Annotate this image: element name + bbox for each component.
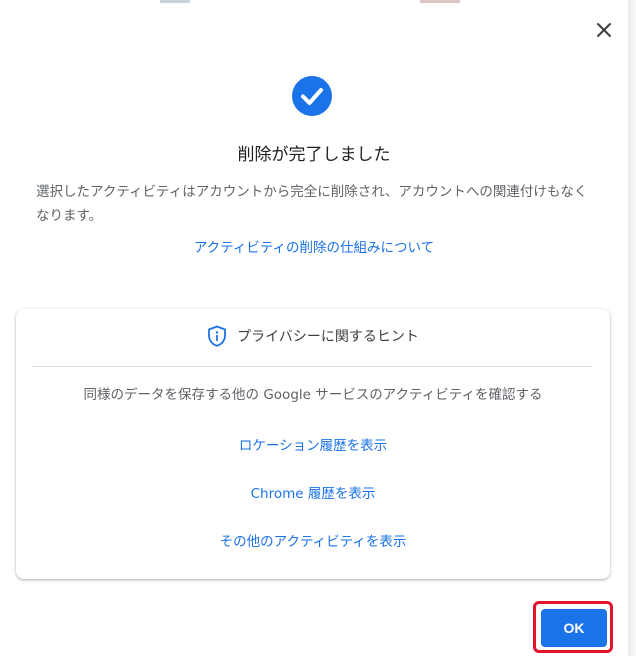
close-icon (597, 23, 611, 37)
check-circle-icon (292, 76, 332, 116)
deletion-complete-dialog: 削除が完了しました 選択したアクティビティはアカウントから完全に削除され、アカウ… (0, 0, 636, 656)
about-deletion-link[interactable]: アクティビティの削除の仕組みについて (0, 236, 628, 256)
background-strip (0, 0, 636, 3)
ok-button[interactable]: OK (541, 609, 607, 647)
divider (32, 366, 592, 367)
dialog-title: 削除が完了しました (237, 145, 391, 165)
close-button[interactable] (588, 14, 620, 46)
privacy-tips-description: 同様のデータを保存する他の Google サービスのアクティビティを確認する (83, 387, 543, 403)
scroll-edge (628, 0, 636, 656)
shield-icon (208, 325, 227, 347)
dialog-description: 選択したアクティビティはアカウントから完全に削除され、アカウントへの関連付けもな… (36, 184, 588, 224)
location-history-link[interactable]: ロケーション履歴を表示 (16, 434, 610, 454)
other-activity-link[interactable]: その他のアクティビティを表示 (16, 530, 610, 550)
chrome-history-link[interactable]: Chrome 履歴を表示 (16, 482, 610, 502)
privacy-tips-title: プライバシーに関するヒント (237, 329, 419, 345)
privacy-tips-card: プライバシーに関するヒント 同様のデータを保存する他の Google サービスの… (16, 309, 610, 579)
privacy-tips-header: プライバシーに関するヒント (16, 325, 610, 347)
